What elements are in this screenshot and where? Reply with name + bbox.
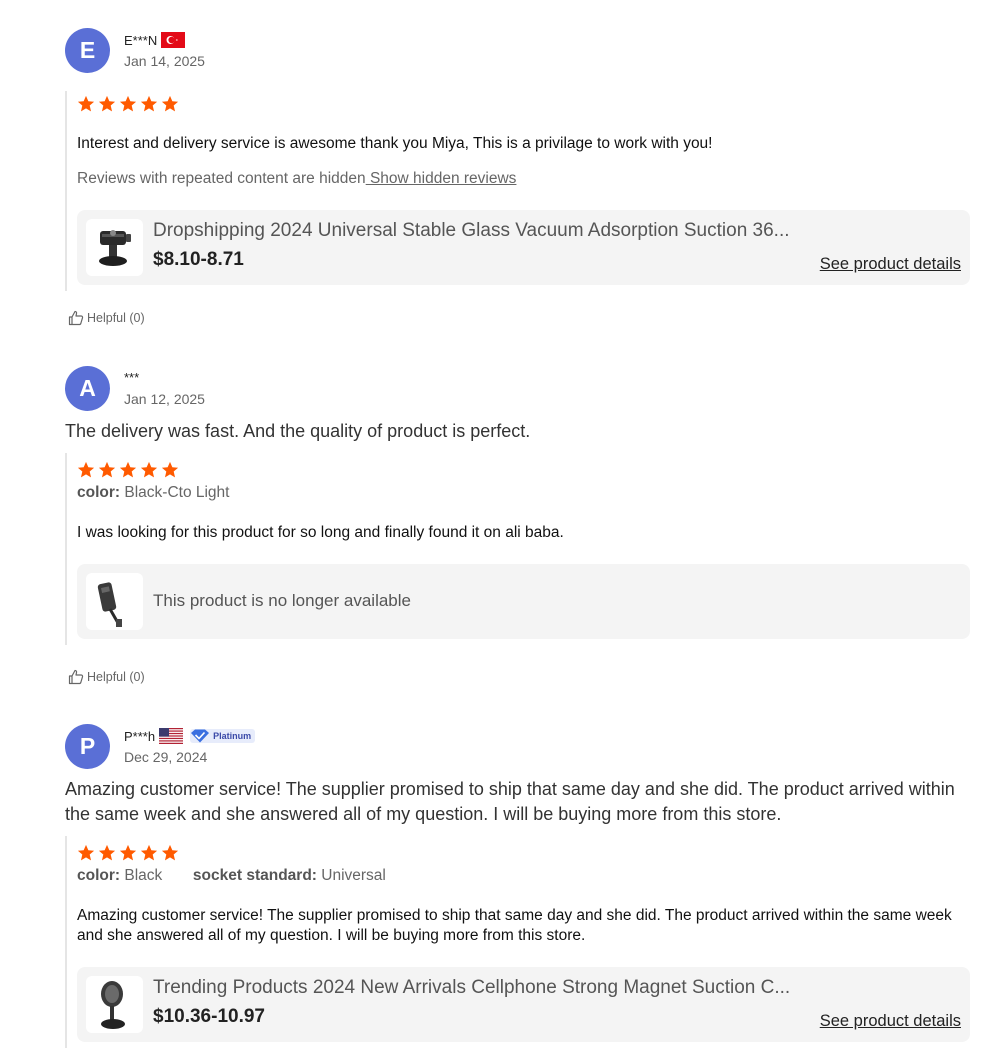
magnet-mount-image <box>101 981 125 1029</box>
star-icon <box>119 844 137 862</box>
review-item: E E***N Jan 14, 2025 Interest and delive… <box>65 28 970 291</box>
turkey-flag-icon <box>161 32 186 48</box>
reviewer-name: P***h <box>124 728 156 744</box>
helpful-button[interactable]: Helpful (0) <box>68 669 145 685</box>
avatar: E <box>65 28 110 73</box>
star-icon <box>161 95 179 113</box>
product-thumbnail[interactable] <box>86 573 143 630</box>
rating-stars <box>77 844 970 862</box>
review-text: I was looking for this product for so lo… <box>77 524 564 541</box>
review-header: E E***N Jan 14, 2025 <box>65 28 970 74</box>
star-icon <box>77 461 95 479</box>
star-icon <box>98 461 116 479</box>
reviewer-name: *** <box>124 370 140 385</box>
reviewer-name-row: P***h Platinum <box>124 728 256 744</box>
star-icon <box>161 844 179 862</box>
reviewer-name-row: E***N <box>124 32 186 48</box>
review-date: Dec 29, 2024 <box>124 749 208 765</box>
star-icon <box>161 461 179 479</box>
star-icon <box>140 844 158 862</box>
star-icon <box>140 461 158 479</box>
helpful-count: Helpful (0) <box>87 670 145 684</box>
product-name[interactable]: Dropshipping 2024 Universal Stable Glass… <box>153 220 803 242</box>
attribute-label: color: <box>77 484 121 501</box>
review-header: A *** Jan 12, 2025 <box>65 366 970 412</box>
star-icon <box>98 95 116 113</box>
attribute-label: socket standard: <box>192 867 317 884</box>
diamond-icon <box>191 729 210 743</box>
badge-label: Platinum <box>213 731 252 741</box>
review-body: color: Black socket standard: Universal … <box>65 836 970 1048</box>
review-attributes: color: Black-Cto Light <box>77 484 970 502</box>
product-price: $10.36-10.97 <box>153 1006 265 1027</box>
review-item: P P***h Platinum Dec 29, 2024 Amazing cu… <box>65 724 970 1048</box>
review-date: Jan 12, 2025 <box>124 391 205 407</box>
review-date: Jan 14, 2025 <box>124 53 205 69</box>
review-text: Interest and delivery service is awesome… <box>77 135 713 152</box>
thumbs-up-icon <box>68 310 84 326</box>
review-headline: The delivery was fast. And the quality o… <box>65 421 531 441</box>
star-icon <box>140 95 158 113</box>
avatar: P <box>65 724 110 769</box>
show-hidden-reviews-link[interactable]: Show hidden reviews <box>366 170 516 187</box>
product-thumbnail[interactable] <box>86 976 143 1033</box>
see-product-details-link[interactable]: See product details <box>820 255 961 274</box>
see-product-details-link[interactable]: See product details <box>820 1012 961 1031</box>
reviewer-name: E***N <box>124 32 158 48</box>
review-item: A *** Jan 12, 2025 The delivery was fast… <box>65 366 970 645</box>
suction-mount-image <box>99 230 131 266</box>
review-header: P P***h Platinum Dec 29, 2024 <box>65 724 970 770</box>
review-body: color: Black-Cto Light I was looking for… <box>65 453 970 645</box>
star-icon <box>119 461 137 479</box>
attribute-value: Black <box>124 867 163 884</box>
helpful-button[interactable]: Helpful (0) <box>68 310 145 326</box>
attribute-label: color: <box>77 867 121 884</box>
star-icon <box>77 844 95 862</box>
reviewer-name-row: *** <box>124 370 139 385</box>
rating-stars <box>77 461 970 479</box>
hidden-notice-text: Reviews with repeated content are hidden <box>77 170 366 187</box>
review-attributes: color: Black socket standard: Universal <box>77 867 970 885</box>
product-price: $8.10-8.71 <box>153 249 244 270</box>
product-card[interactable]: Trending Products 2024 New Arrivals Cell… <box>77 967 970 1042</box>
usa-flag-icon <box>159 728 184 744</box>
product-name[interactable]: Trending Products 2024 New Arrivals Cell… <box>153 977 803 999</box>
product-card[interactable]: Dropshipping 2024 Universal Stable Glass… <box>77 210 970 285</box>
car-charger-image <box>97 582 122 627</box>
platinum-badge: Platinum <box>190 729 256 743</box>
avatar: A <box>65 366 110 411</box>
star-icon <box>119 95 137 113</box>
thumbs-up-icon <box>68 669 84 685</box>
product-card[interactable]: This product is no longer available <box>77 564 970 639</box>
star-icon <box>98 844 116 862</box>
review-body: Interest and delivery service is awesome… <box>65 91 970 291</box>
review-headline: Amazing customer service! The supplier p… <box>65 779 955 824</box>
product-unavailable-text: This product is no longer available <box>153 591 411 610</box>
helpful-count: Helpful (0) <box>87 311 145 325</box>
star-icon <box>77 95 95 113</box>
attribute-value: Black-Cto Light <box>124 484 230 501</box>
hidden-reviews-notice: Reviews with repeated content are hidden… <box>77 170 970 188</box>
review-text: Amazing customer service! The supplier p… <box>77 907 952 944</box>
product-thumbnail[interactable] <box>86 219 143 276</box>
rating-stars <box>77 95 970 113</box>
attribute-value: Universal <box>321 867 386 884</box>
